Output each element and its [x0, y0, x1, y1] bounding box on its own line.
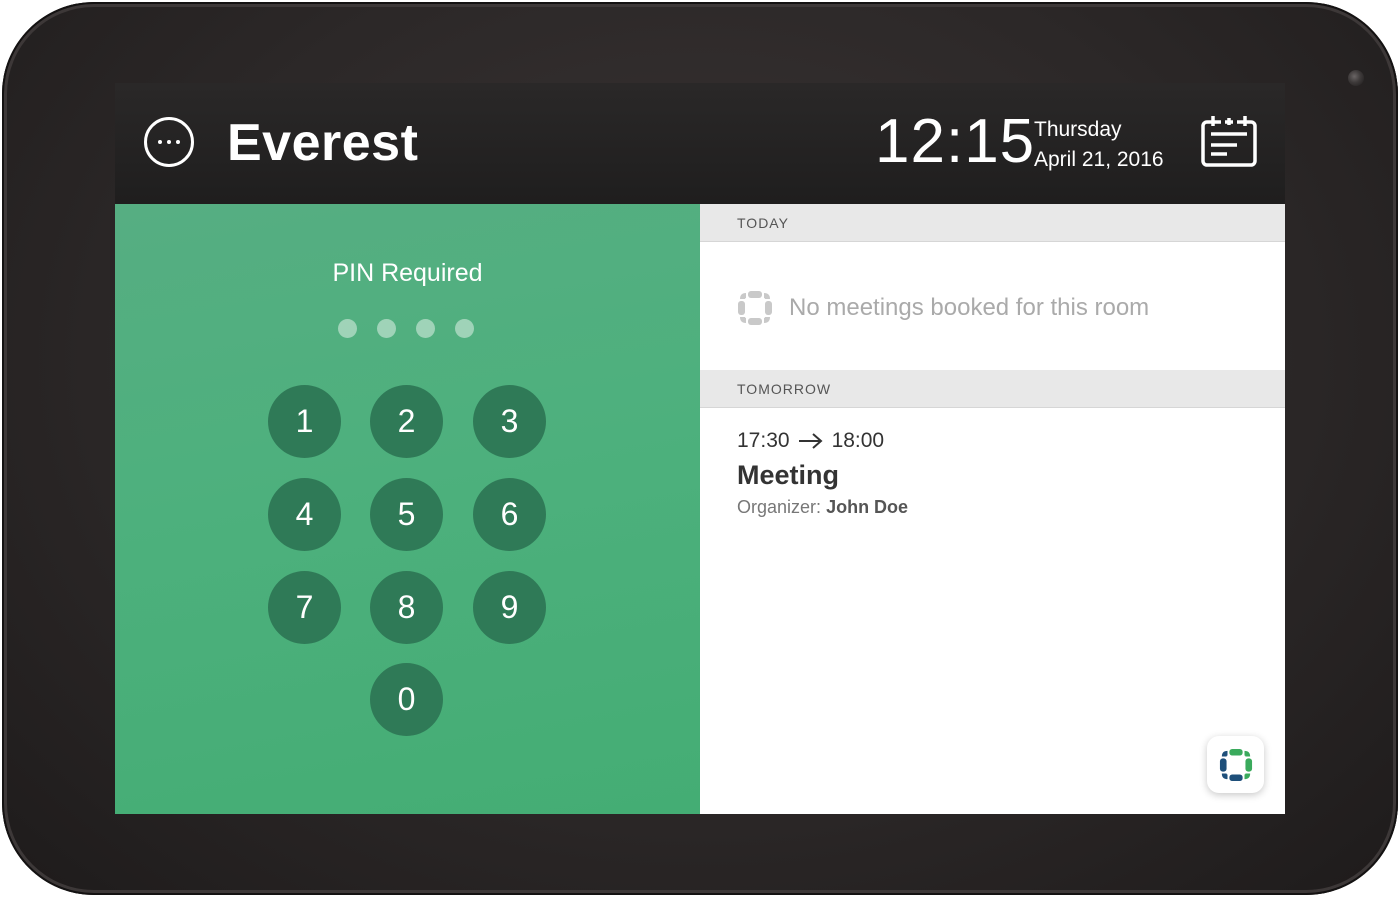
app-logo-button[interactable] [1207, 736, 1264, 793]
room-display-screen: Everest 12:15 Thursday April 21, 2016 PI… [115, 83, 1285, 814]
more-horizontal-icon [158, 140, 162, 144]
keypad-key-3[interactable]: 3 [473, 385, 546, 458]
keypad-key-4[interactable]: 4 [268, 478, 341, 551]
app-logo-icon [1219, 748, 1252, 781]
pin-dot [416, 319, 435, 338]
keypad-key-7[interactable]: 7 [268, 571, 341, 644]
organizer-label: Organizer: [737, 497, 822, 517]
section-header-today: TODAY [700, 204, 1285, 242]
pin-indicator [338, 319, 478, 339]
keypad-key-6[interactable]: 6 [473, 478, 546, 551]
calendar-button[interactable] [1199, 114, 1259, 170]
pin-required-title: PIN Required [332, 259, 483, 287]
current-time: 12:15 [875, 107, 1036, 176]
more-menu-button[interactable] [144, 117, 194, 167]
meeting-end-time: 18:00 [831, 429, 885, 452]
keypad-key-0[interactable]: 0 [370, 663, 443, 736]
current-date: Thursday April 21, 2016 [1034, 115, 1164, 175]
pin-dot [455, 319, 474, 338]
keypad-key-2[interactable]: 2 [370, 385, 443, 458]
meeting-time-range: 17:30 18:00 [737, 426, 884, 456]
meeting-start-time: 17:30 [737, 429, 790, 452]
meeting-title[interactable]: Meeting [737, 458, 839, 492]
pin-panel: PIN Required 1 2 3 4 5 6 7 8 9 0 [115, 204, 700, 814]
no-meetings-row: No meetings booked for this room [737, 288, 1149, 328]
meeting-organizer: Organizer: John Doe [737, 494, 908, 520]
pin-dot [338, 319, 357, 338]
schedule-panel: TODAY No meetings booked for this room T… [700, 204, 1285, 814]
organizer-name: John Doe [826, 497, 909, 517]
keypad-key-1[interactable]: 1 [268, 385, 341, 458]
header-bar: Everest 12:15 Thursday April 21, 2016 [115, 83, 1285, 204]
pin-dot [377, 319, 396, 338]
date-text: April 21, 2016 [1034, 148, 1164, 171]
keypad-key-8[interactable]: 8 [370, 571, 443, 644]
no-meetings-message: No meetings booked for this room [789, 294, 1150, 321]
arrow-right-icon [798, 433, 823, 449]
calendar-icon [1201, 116, 1257, 167]
keypad-key-9[interactable]: 9 [473, 571, 546, 644]
weekday: Thursday [1034, 118, 1122, 141]
front-camera [1348, 70, 1364, 86]
keypad-key-5[interactable]: 5 [370, 478, 443, 551]
app-logo-icon [738, 291, 772, 325]
section-header-tomorrow: TOMORROW [700, 370, 1285, 408]
room-name: Everest [227, 114, 419, 172]
